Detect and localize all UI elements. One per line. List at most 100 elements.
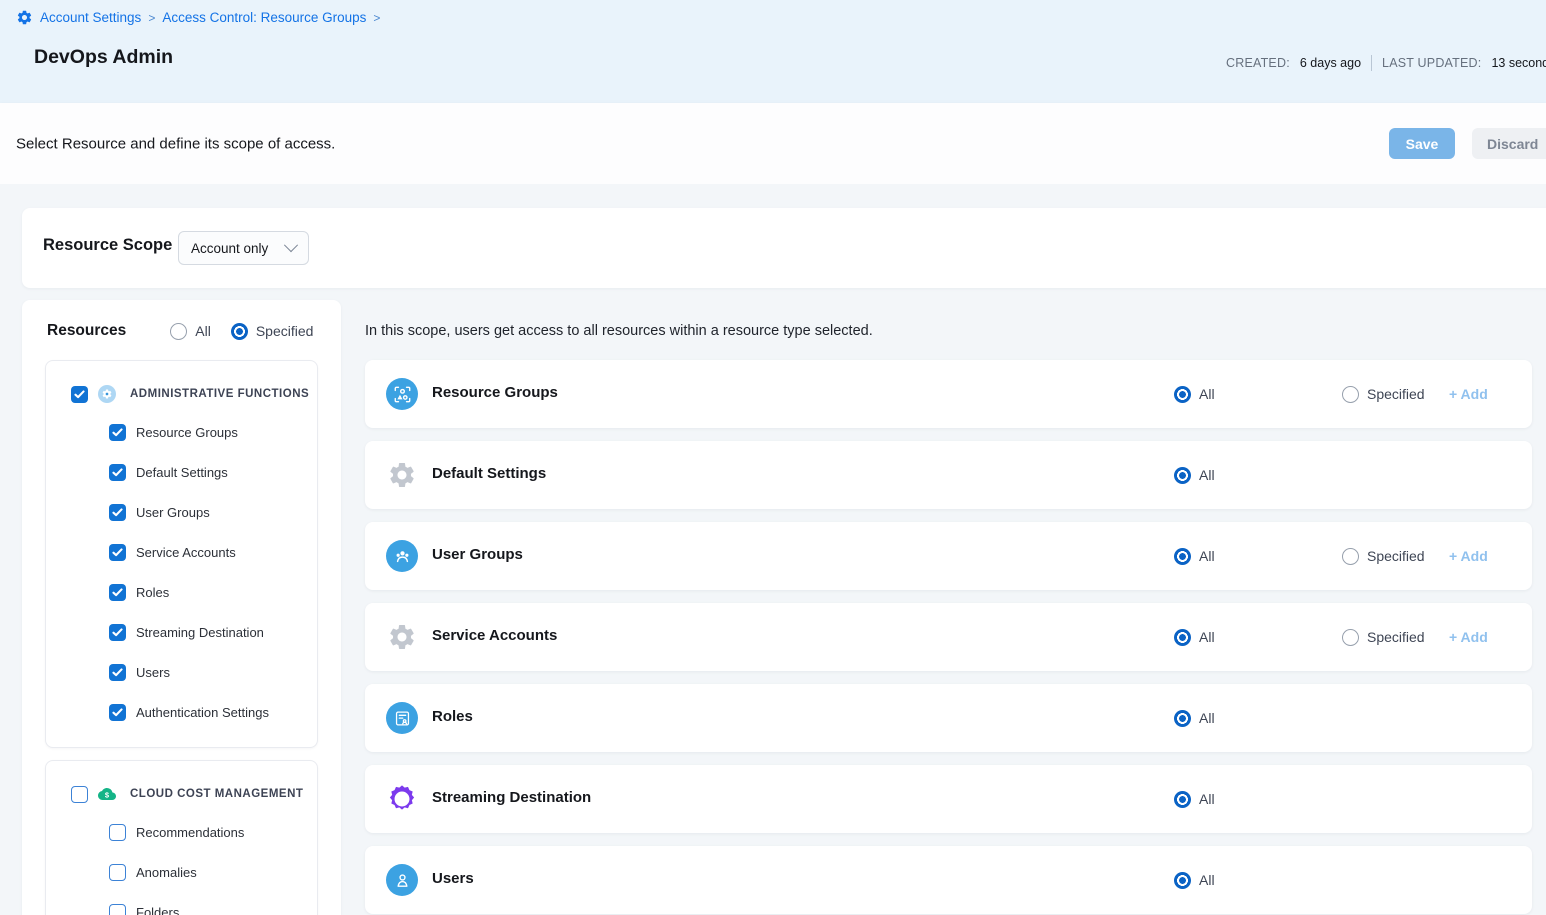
radio-icon[interactable] bbox=[170, 323, 187, 340]
item-checkbox[interactable] bbox=[109, 464, 126, 481]
item-checkbox[interactable] bbox=[109, 704, 126, 721]
resource-row: Streaming Destination All bbox=[365, 765, 1532, 833]
item-label: Resource Groups bbox=[136, 425, 238, 440]
resources-panel: Resources All Specified ADMINISTRATIVE F… bbox=[22, 300, 341, 915]
item-checkbox[interactable] bbox=[109, 424, 126, 441]
item-checkbox[interactable] bbox=[109, 584, 126, 601]
item-checkbox[interactable] bbox=[109, 904, 126, 915]
item-checkbox[interactable] bbox=[109, 864, 126, 881]
radio-all-label: All bbox=[1199, 872, 1215, 888]
user-icon bbox=[386, 864, 418, 896]
action-bar: Select Resource and define its scope of … bbox=[0, 103, 1546, 184]
radio-icon[interactable] bbox=[1174, 386, 1191, 403]
resource-scope-value: Account only bbox=[191, 241, 268, 256]
radio-icon[interactable] bbox=[1342, 548, 1359, 565]
resource-row-title: Streaming Destination bbox=[432, 789, 591, 806]
item-label: Roles bbox=[136, 585, 169, 600]
group-checkbox[interactable] bbox=[71, 386, 88, 403]
group-checkbox[interactable] bbox=[71, 786, 88, 803]
row-radio-all[interactable]: All bbox=[1174, 791, 1215, 808]
item-label: Service Accounts bbox=[136, 545, 236, 560]
row-radio-specified[interactable]: Specified bbox=[1342, 386, 1425, 403]
resource-row: Service Accounts All Specified + Add bbox=[365, 603, 1532, 671]
cloud-dollar-icon: $ bbox=[98, 785, 116, 803]
tree-item[interactable]: Folders bbox=[109, 904, 179, 915]
item-checkbox[interactable] bbox=[109, 664, 126, 681]
radio-icon[interactable] bbox=[1342, 386, 1359, 403]
radio-icon[interactable] bbox=[1342, 629, 1359, 646]
page-title: DevOps Admin bbox=[34, 46, 173, 69]
tree-item[interactable]: Default Settings bbox=[109, 464, 228, 481]
tree-item[interactable]: Roles bbox=[109, 584, 169, 601]
item-label: Anomalies bbox=[136, 865, 197, 880]
radio-all-label: All bbox=[1199, 710, 1215, 726]
resources-radio-all[interactable]: All bbox=[170, 323, 211, 340]
radio-icon[interactable] bbox=[1174, 467, 1191, 484]
row-radio-specified[interactable]: Specified bbox=[1342, 548, 1425, 565]
resource-row: Users All bbox=[365, 846, 1532, 914]
item-checkbox[interactable] bbox=[109, 824, 126, 841]
created-value: 6 days ago bbox=[1300, 56, 1361, 70]
resource-row: Default Settings All bbox=[365, 441, 1532, 509]
tree-item[interactable]: Recommendations bbox=[109, 824, 244, 841]
add-link[interactable]: + Add bbox=[1449, 548, 1488, 564]
radio-icon[interactable] bbox=[231, 323, 248, 340]
resource-row: Resource GroupsAllSpecified+ Add bbox=[365, 360, 1532, 428]
resources-title: Resources bbox=[47, 322, 126, 340]
row-radio-all[interactable]: All bbox=[1174, 548, 1215, 565]
gear-icon bbox=[16, 9, 33, 26]
resource-row-title: Default Settings bbox=[432, 465, 546, 482]
item-label: Default Settings bbox=[136, 465, 228, 480]
resource-row-title: Roles bbox=[432, 708, 473, 725]
tree-item[interactable]: Resource Groups bbox=[109, 424, 238, 441]
radio-all-label: All bbox=[1199, 386, 1215, 402]
radio-specified-label: Specified bbox=[256, 323, 314, 339]
row-radio-all[interactable]: All bbox=[1174, 629, 1215, 646]
resource-group-header[interactable]: $CLOUD COST MANAGEMENT bbox=[71, 785, 303, 803]
roles-card-icon bbox=[386, 702, 418, 734]
item-checkbox[interactable] bbox=[109, 504, 126, 521]
chevron-down-icon bbox=[284, 238, 298, 252]
breadcrumb: Account Settings > Access Control: Resou… bbox=[16, 9, 380, 26]
radio-icon[interactable] bbox=[1174, 872, 1191, 889]
discard-button[interactable]: Discard bbox=[1472, 128, 1546, 159]
resource-row-title: Service Accounts bbox=[432, 627, 557, 644]
tree-item[interactable]: Users bbox=[109, 664, 170, 681]
add-link[interactable]: + Add bbox=[1449, 629, 1488, 645]
resource-row: User GroupsAllSpecified+ Add bbox=[365, 522, 1532, 590]
gear-icon bbox=[386, 459, 418, 491]
streaming-cog-icon bbox=[386, 783, 418, 815]
radio-icon[interactable] bbox=[1174, 548, 1191, 565]
resource-group-header[interactable]: ADMINISTRATIVE FUNCTIONS bbox=[71, 385, 309, 403]
row-radio-specified[interactable]: Specified bbox=[1342, 629, 1425, 646]
tree-item[interactable]: Service Accounts bbox=[109, 544, 236, 561]
radio-icon[interactable] bbox=[1174, 791, 1191, 808]
item-checkbox[interactable] bbox=[109, 544, 126, 561]
scope-info-text: In this scope, users get access to all r… bbox=[365, 323, 873, 339]
meta-divider bbox=[1371, 55, 1372, 71]
breadcrumb-separator: > bbox=[148, 11, 155, 25]
record-meta: CREATED: 6 days ago LAST UPDATED: 13 sec… bbox=[1226, 55, 1546, 71]
radio-icon[interactable] bbox=[1174, 629, 1191, 646]
row-radio-all[interactable]: All bbox=[1174, 710, 1215, 727]
row-radio-all[interactable]: All bbox=[1174, 386, 1215, 403]
tree-item[interactable]: User Groups bbox=[109, 504, 210, 521]
gear-icon bbox=[386, 621, 418, 653]
resource-row-title: Users bbox=[432, 870, 474, 887]
add-link[interactable]: + Add bbox=[1449, 386, 1488, 402]
save-button[interactable]: Save bbox=[1389, 128, 1455, 159]
admin-gear-badge-icon bbox=[98, 385, 116, 403]
resources-radio-specified[interactable]: Specified bbox=[231, 323, 314, 340]
row-radio-all[interactable]: All bbox=[1174, 467, 1215, 484]
breadcrumb-link-account-settings[interactable]: Account Settings bbox=[40, 10, 141, 25]
user-groups-icon bbox=[386, 540, 418, 572]
item-checkbox[interactable] bbox=[109, 624, 126, 641]
breadcrumb-link-access-control[interactable]: Access Control: Resource Groups bbox=[162, 10, 366, 25]
tree-item[interactable]: Authentication Settings bbox=[109, 704, 269, 721]
tree-item[interactable]: Anomalies bbox=[109, 864, 197, 881]
resource-scope-select[interactable]: Account only bbox=[178, 231, 309, 265]
row-radio-all[interactable]: All bbox=[1174, 872, 1215, 889]
tree-item[interactable]: Streaming Destination bbox=[109, 624, 264, 641]
item-label: Streaming Destination bbox=[136, 625, 264, 640]
radio-icon[interactable] bbox=[1174, 710, 1191, 727]
